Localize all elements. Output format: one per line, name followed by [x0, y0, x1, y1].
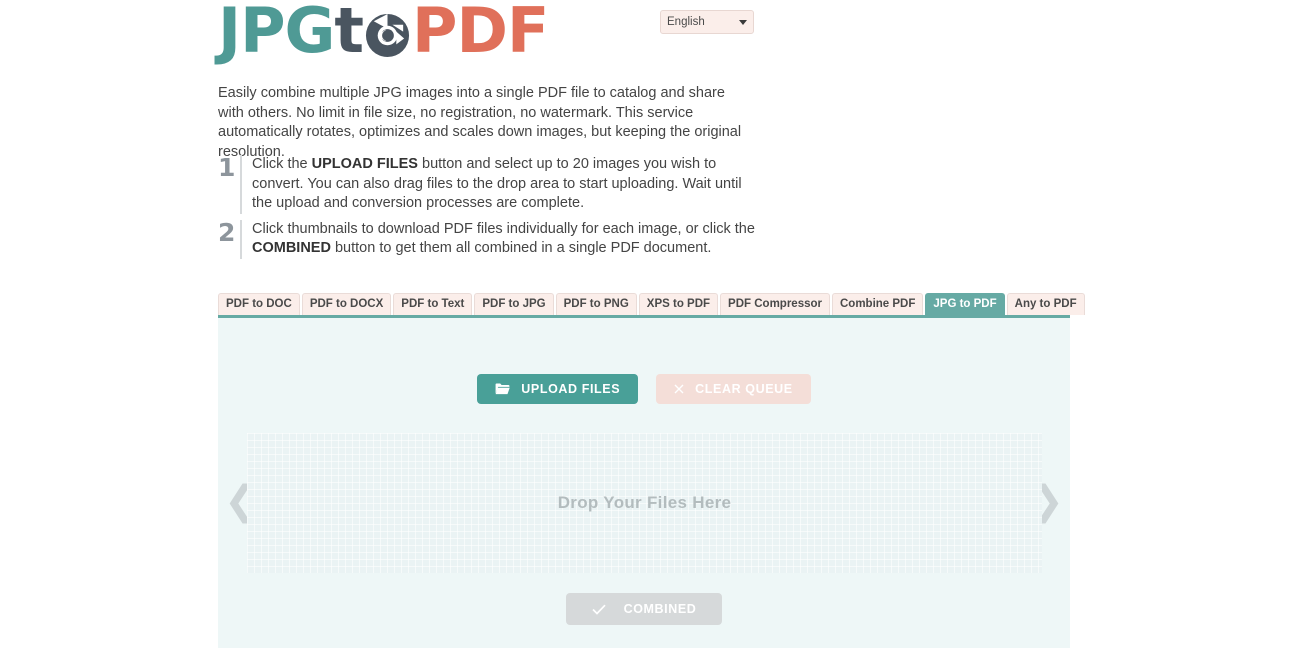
instruction-steps: 1 Click the UPLOAD FILES button and sele…	[218, 155, 758, 265]
combined-button[interactable]: COMBINED	[565, 593, 723, 625]
chevron-down-icon	[739, 19, 747, 25]
step-number: 1	[218, 153, 236, 182]
step-text-before: Click the	[252, 156, 312, 172]
tab-xps-to-pdf[interactable]: XPS to PDF	[638, 293, 719, 315]
combined-button-row: COMBINED	[218, 593, 1070, 625]
site-logo[interactable]: JPGt PDF	[218, 0, 549, 70]
tab-pdf-compressor[interactable]: PDF Compressor	[720, 293, 830, 315]
combined-button-label: COMBINED	[623, 602, 697, 616]
clear-queue-button[interactable]: CLEAR QUEUE	[656, 374, 811, 404]
folder-open-icon	[495, 383, 510, 395]
tab-pdf-to-jpg[interactable]: PDF to JPG	[474, 293, 554, 315]
upload-files-label: UPLOAD FILES	[521, 382, 621, 396]
file-drop-area[interactable]: Drop Your Files Here	[247, 433, 1042, 573]
step-text: Click thumbnails to download PDF files i…	[240, 219, 758, 259]
close-x-icon	[674, 384, 684, 394]
step-text-after: button to get them all combined in a sin…	[330, 240, 712, 256]
page-header: JPGt PDF English	[218, 0, 1078, 78]
tab-pdf-to-docx[interactable]: PDF to DOCX	[301, 293, 392, 315]
step-text-before: Click thumbnails to download PDF files i…	[252, 220, 755, 237]
converter-panel: UPLOAD FILES CLEAR QUEUE ❮ ❯ Drop Your F…	[218, 318, 1070, 648]
tab-pdf-to-text[interactable]: PDF to Text	[393, 293, 473, 315]
drop-area-label: Drop Your Files Here	[557, 493, 732, 512]
clear-queue-label: CLEAR QUEUE	[695, 382, 793, 396]
logo-text-jpg: JPG	[218, 0, 335, 67]
tab-pdf-to-png[interactable]: PDF to PNG	[555, 293, 637, 315]
logo-text-pdf: PDF	[412, 0, 549, 67]
tab-pdf-to-doc[interactable]: PDF to DOC	[218, 293, 300, 315]
language-select[interactable]: English	[660, 10, 754, 34]
step-text-bold: COMBINED	[252, 240, 331, 256]
step-text-bold: UPLOAD FILES	[311, 156, 418, 172]
tool-tabbar: PDF to DOC PDF to DOCX PDF to Text PDF t…	[218, 293, 1085, 318]
tab-jpg-to-pdf[interactable]: JPG to PDF	[925, 293, 1005, 315]
step-text: Click the UPLOAD FILES button and select…	[240, 155, 758, 214]
page-description: Easily combine multiple JPG images into …	[218, 85, 742, 160]
tab-any-to-pdf[interactable]: Any to PDF	[1006, 293, 1085, 315]
language-select-value: English	[667, 16, 705, 28]
upload-files-button[interactable]: UPLOAD FILES	[477, 374, 639, 404]
check-icon	[591, 604, 606, 615]
tab-combine-pdf[interactable]: Combine PDF	[831, 293, 924, 315]
logo-text-to-prefix: t	[334, 0, 364, 67]
step-item: 1 Click the UPLOAD FILES button and sele…	[218, 155, 758, 214]
rotate-refresh-icon	[364, 12, 411, 59]
action-button-row: UPLOAD FILES CLEAR QUEUE	[218, 374, 1070, 404]
step-item: 2 Click thumbnails to download PDF files…	[218, 217, 758, 259]
step-number: 2	[218, 217, 236, 247]
